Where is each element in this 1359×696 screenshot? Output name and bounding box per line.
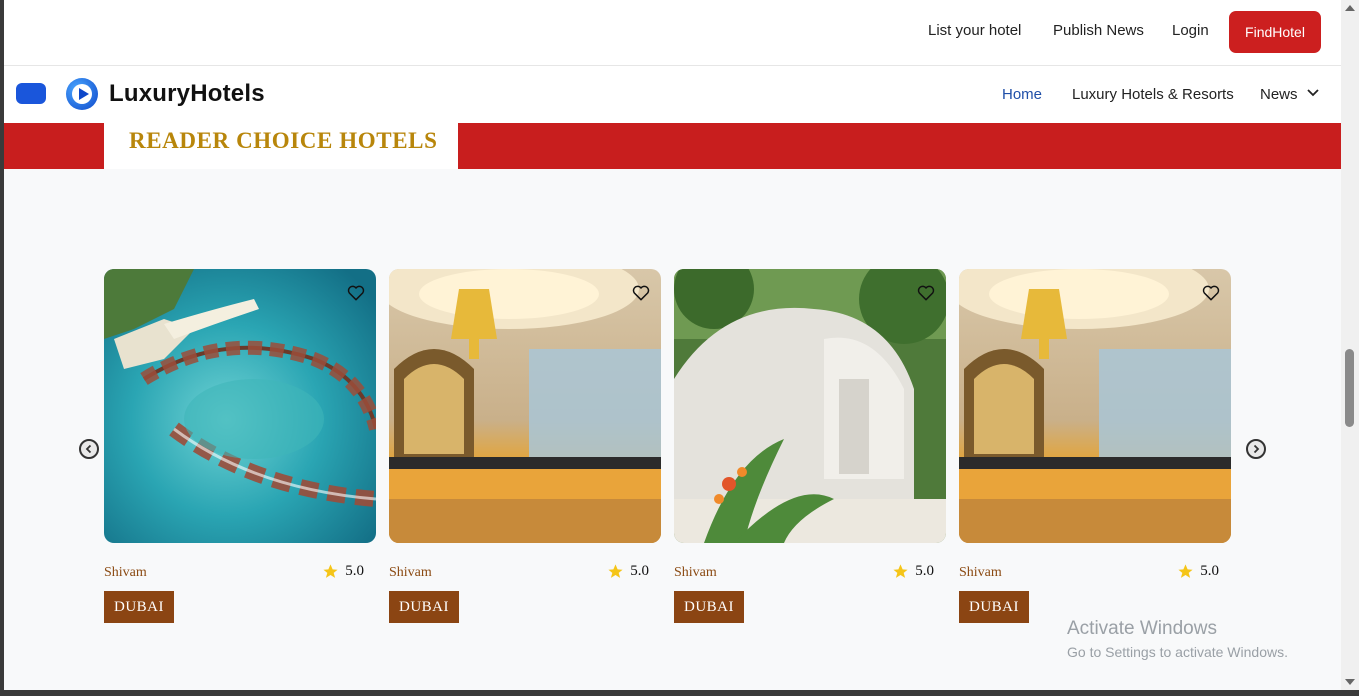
card-meta: Shivam 5.0 [959,563,1231,593]
top-utility-bar: List your hotel Publish News Login FindH… [4,0,1341,66]
vertical-scrollbar[interactable] [1341,0,1359,690]
carousel-prev-button[interactable] [79,439,99,459]
heart-icon[interactable] [346,283,366,303]
chevron-right-icon [1253,444,1260,454]
browser-viewport: List your hotel Publish News Login FindH… [4,0,1341,690]
carousel-next-button[interactable] [1246,439,1266,459]
rating-value: 5.0 [345,563,364,579]
chevron-left-icon [85,444,92,454]
card-author: Shivam [674,565,717,580]
location-tag[interactable]: DUBAI [389,591,459,623]
card-meta: Shivam 5.0 [674,563,946,593]
card-author: Shivam [104,565,147,580]
scroll-up-arrow-icon[interactable] [1345,5,1355,11]
card-meta: Shivam 5.0 [104,563,376,593]
card-author: Shivam [959,565,1002,580]
hotel-image[interactable] [959,269,1231,543]
hotel-image[interactable] [674,269,946,543]
heart-icon[interactable] [1201,283,1221,303]
card-rating: 5.0 [892,563,934,580]
card-meta: Shivam 5.0 [389,563,661,593]
star-icon [893,564,908,578]
main-navbar: LuxuryHotels Home Luxury Hotels & Resort… [4,66,1341,123]
section-title: READER CHOICE HOTELS [104,123,458,169]
rating-value: 5.0 [915,563,934,579]
location-tag[interactable]: DUBAI [674,591,744,623]
rating-value: 5.0 [1200,563,1219,579]
hotel-card[interactable]: Shivam 5.0 DUBAI [674,269,946,623]
nav-luxury-hotels-resorts[interactable]: Luxury Hotels & Resorts [1072,86,1234,103]
find-hotel-button[interactable]: FindHotel [1229,11,1321,53]
hotel-card[interactable]: Shivam 5.0 DUBAI [959,269,1231,623]
star-icon [323,564,338,578]
hotel-card[interactable]: Shivam 5.0 DUBAI [389,269,661,623]
login-link[interactable]: Login [1172,22,1209,39]
card-author: Shivam [389,565,432,580]
brand-name[interactable]: LuxuryHotels [109,80,265,108]
location-tag[interactable]: DUBAI [104,591,174,623]
menu-toggle-button[interactable] [16,83,46,104]
chevron-down-icon[interactable] [1306,87,1320,99]
card-rating: 5.0 [607,563,649,580]
watermark-subtitle: Go to Settings to activate Windows. [1067,644,1288,660]
nav-news[interactable]: News [1260,86,1298,103]
publish-news-link[interactable]: Publish News [1053,22,1144,39]
nav-home[interactable]: Home [1002,86,1042,103]
section-banner: READER CHOICE HOTELS [4,123,1341,169]
scroll-down-arrow-icon[interactable] [1345,679,1355,685]
play-logo-icon[interactable] [66,78,98,110]
star-icon [608,564,623,578]
scroll-thumb[interactable] [1345,349,1354,427]
star-icon [1178,564,1193,578]
hotel-image[interactable] [389,269,661,543]
heart-icon[interactable] [916,283,936,303]
location-tag[interactable]: DUBAI [959,591,1029,623]
list-your-hotel-link[interactable]: List your hotel [928,22,1021,39]
rating-value: 5.0 [630,563,649,579]
heart-icon[interactable] [631,283,651,303]
windows-activation-watermark: Activate Windows Go to Settings to activ… [1067,618,1288,660]
watermark-title: Activate Windows [1067,618,1217,639]
card-rating: 5.0 [322,563,364,580]
card-rating: 5.0 [1177,563,1219,580]
hotel-image[interactable] [104,269,376,543]
hotel-card[interactable]: Shivam 5.0 DUBAI [104,269,376,623]
